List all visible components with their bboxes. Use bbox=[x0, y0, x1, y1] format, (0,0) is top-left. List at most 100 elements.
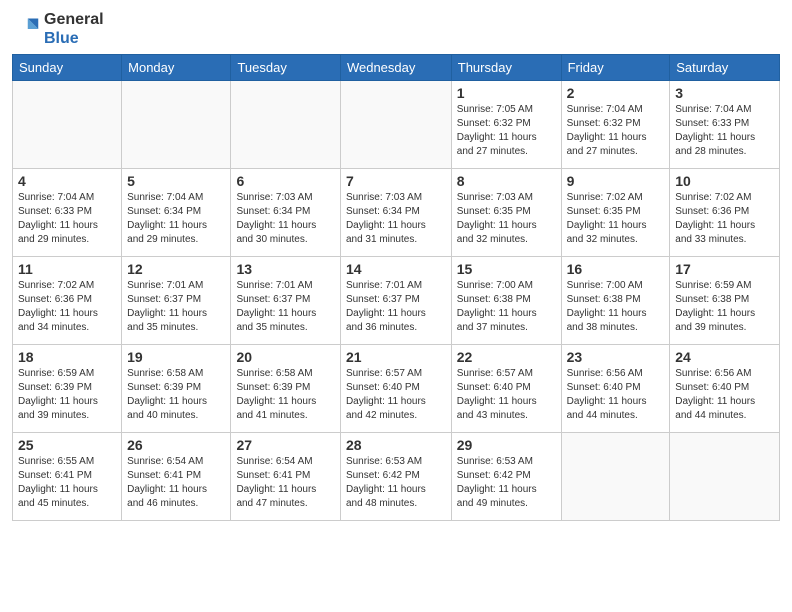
day-info: Sunrise: 7:00 AM Sunset: 6:38 PM Dayligh… bbox=[567, 279, 665, 335]
day-info: Sunrise: 7:04 AM Sunset: 6:32 PM Dayligh… bbox=[567, 103, 665, 159]
day-number: 9 bbox=[567, 173, 665, 189]
calendar-week-row: 25 Sunrise: 6:55 AM Sunset: 6:41 PM Dayli… bbox=[13, 433, 780, 521]
day-number: 5 bbox=[127, 173, 225, 189]
day-info: Sunrise: 7:05 AM Sunset: 6:32 PM Dayligh… bbox=[457, 103, 556, 159]
calendar-week-row: 4Sunrise: 7:04 AM Sunset: 6:33 PM Daylig… bbox=[13, 169, 780, 257]
calendar-cell: 10 Sunrise: 7:02 AM Sunset: 6:36 PM Dayli… bbox=[670, 169, 780, 257]
day-number: 20 bbox=[236, 349, 335, 365]
day-info: Sunrise: 6:55 AM Sunset: 6:41 PM Dayligh… bbox=[18, 455, 116, 511]
calendar-cell bbox=[122, 81, 231, 169]
day-info: Sunrise: 6:57 AM Sunset: 6:40 PM Dayligh… bbox=[457, 367, 556, 423]
calendar-header-row: SundayMondayTuesdayWednesdayThursdayFrid… bbox=[13, 55, 780, 81]
day-info: Sunrise: 7:01 AM Sunset: 6:37 PM Dayligh… bbox=[346, 279, 446, 335]
calendar-cell: 12 Sunrise: 7:01 AM Sunset: 6:37 PM Dayli… bbox=[122, 257, 231, 345]
day-number: 14 bbox=[346, 261, 446, 277]
calendar-cell: 6 Sunrise: 7:03 AM Sunset: 6:34 PM Daylig… bbox=[231, 169, 341, 257]
calendar-cell bbox=[561, 433, 670, 521]
calendar-cell: 28 Sunrise: 6:53 AM Sunset: 6:42 PM Dayli… bbox=[340, 433, 451, 521]
calendar-cell: 24 Sunrise: 6:56 AM Sunset: 6:40 PM Dayli… bbox=[670, 345, 780, 433]
day-info: Sunrise: 6:56 AM Sunset: 6:40 PM Dayligh… bbox=[675, 367, 774, 423]
day-number: 16 bbox=[567, 261, 665, 277]
day-number: 15 bbox=[457, 261, 556, 277]
calendar-cell: 14 Sunrise: 7:01 AM Sunset: 6:37 PM Dayli… bbox=[340, 257, 451, 345]
day-number: 13 bbox=[236, 261, 335, 277]
day-number: 23 bbox=[567, 349, 665, 365]
day-number: 2 bbox=[567, 85, 665, 101]
calendar-cell bbox=[13, 81, 122, 169]
day-number: 25 bbox=[18, 437, 116, 453]
header: General Blue bbox=[12, 10, 780, 48]
calendar-cell: 27 Sunrise: 6:54 AM Sunset: 6:41 PM Dayli… bbox=[231, 433, 341, 521]
day-number: 8 bbox=[457, 173, 556, 189]
day-number: 4 bbox=[18, 173, 116, 189]
calendar-header-sunday: Sunday bbox=[13, 55, 122, 81]
calendar-cell: 7 Sunrise: 7:03 AM Sunset: 6:34 PM Daylig… bbox=[340, 169, 451, 257]
calendar-cell: 19Sunrise: 6:58 AM Sunset: 6:39 PM Dayli… bbox=[122, 345, 231, 433]
day-number: 24 bbox=[675, 349, 774, 365]
calendar-header-tuesday: Tuesday bbox=[231, 55, 341, 81]
calendar-header-saturday: Saturday bbox=[670, 55, 780, 81]
calendar-cell bbox=[670, 433, 780, 521]
day-info: Sunrise: 7:04 AM Sunset: 6:33 PM Dayligh… bbox=[675, 103, 774, 159]
calendar-cell: 9 Sunrise: 7:02 AM Sunset: 6:35 PM Daylig… bbox=[561, 169, 670, 257]
calendar-cell: 4Sunrise: 7:04 AM Sunset: 6:33 PM Daylig… bbox=[13, 169, 122, 257]
day-info: Sunrise: 7:02 AM Sunset: 6:36 PM Dayligh… bbox=[675, 191, 774, 247]
day-number: 6 bbox=[236, 173, 335, 189]
day-info: Sunrise: 7:02 AM Sunset: 6:36 PM Dayligh… bbox=[18, 279, 116, 335]
day-number: 17 bbox=[675, 261, 774, 277]
calendar-cell: 13Sunrise: 7:01 AM Sunset: 6:37 PM Dayli… bbox=[231, 257, 341, 345]
calendar-header-monday: Monday bbox=[122, 55, 231, 81]
day-number: 26 bbox=[127, 437, 225, 453]
day-number: 27 bbox=[236, 437, 335, 453]
calendar-cell: 29Sunrise: 6:53 AM Sunset: 6:42 PM Dayli… bbox=[451, 433, 561, 521]
day-info: Sunrise: 6:53 AM Sunset: 6:42 PM Dayligh… bbox=[346, 455, 446, 511]
calendar-cell: 2 Sunrise: 7:04 AM Sunset: 6:32 PM Daylig… bbox=[561, 81, 670, 169]
day-number: 11 bbox=[18, 261, 116, 277]
day-info: Sunrise: 6:56 AM Sunset: 6:40 PM Dayligh… bbox=[567, 367, 665, 423]
logo-text: General Blue bbox=[44, 10, 104, 48]
logo-icon bbox=[12, 15, 40, 43]
day-info: Sunrise: 7:04 AM Sunset: 6:34 PM Dayligh… bbox=[127, 191, 225, 247]
day-info: Sunrise: 7:01 AM Sunset: 6:37 PM Dayligh… bbox=[127, 279, 225, 335]
day-number: 28 bbox=[346, 437, 446, 453]
calendar-week-row: 11 Sunrise: 7:02 AM Sunset: 6:36 PM Dayli… bbox=[13, 257, 780, 345]
day-number: 7 bbox=[346, 173, 446, 189]
day-info: Sunrise: 6:58 AM Sunset: 6:39 PM Dayligh… bbox=[127, 367, 225, 423]
day-number: 1 bbox=[457, 85, 556, 101]
calendar: SundayMondayTuesdayWednesdayThursdayFrid… bbox=[12, 54, 780, 521]
calendar-cell: 8 Sunrise: 7:03 AM Sunset: 6:35 PM Daylig… bbox=[451, 169, 561, 257]
day-number: 3 bbox=[675, 85, 774, 101]
calendar-cell: 25 Sunrise: 6:55 AM Sunset: 6:41 PM Dayli… bbox=[13, 433, 122, 521]
calendar-cell bbox=[231, 81, 341, 169]
calendar-cell: 11 Sunrise: 7:02 AM Sunset: 6:36 PM Dayli… bbox=[13, 257, 122, 345]
day-number: 12 bbox=[127, 261, 225, 277]
day-number: 10 bbox=[675, 173, 774, 189]
calendar-cell: 5 Sunrise: 7:04 AM Sunset: 6:34 PM Daylig… bbox=[122, 169, 231, 257]
calendar-cell: 23 Sunrise: 6:56 AM Sunset: 6:40 PM Dayli… bbox=[561, 345, 670, 433]
day-info: Sunrise: 7:00 AM Sunset: 6:38 PM Dayligh… bbox=[457, 279, 556, 335]
logo: General Blue bbox=[12, 10, 104, 48]
calendar-cell: 21 Sunrise: 6:57 AM Sunset: 6:40 PM Dayli… bbox=[340, 345, 451, 433]
day-info: Sunrise: 7:03 AM Sunset: 6:34 PM Dayligh… bbox=[346, 191, 446, 247]
calendar-cell: 1 Sunrise: 7:05 AM Sunset: 6:32 PM Daylig… bbox=[451, 81, 561, 169]
calendar-cell: 26 Sunrise: 6:54 AM Sunset: 6:41 PM Dayli… bbox=[122, 433, 231, 521]
calendar-cell: 20 Sunrise: 6:58 AM Sunset: 6:39 PM Dayli… bbox=[231, 345, 341, 433]
page: General Blue SundayMondayTuesdayWednesda… bbox=[0, 0, 792, 612]
day-info: Sunrise: 6:58 AM Sunset: 6:39 PM Dayligh… bbox=[236, 367, 335, 423]
calendar-header-friday: Friday bbox=[561, 55, 670, 81]
calendar-cell bbox=[340, 81, 451, 169]
calendar-header-wednesday: Wednesday bbox=[340, 55, 451, 81]
day-number: 29 bbox=[457, 437, 556, 453]
day-info: Sunrise: 7:02 AM Sunset: 6:35 PM Dayligh… bbox=[567, 191, 665, 247]
day-info: Sunrise: 6:54 AM Sunset: 6:41 PM Dayligh… bbox=[236, 455, 335, 511]
day-info: Sunrise: 6:59 AM Sunset: 6:39 PM Dayligh… bbox=[18, 367, 116, 423]
calendar-cell: 16 Sunrise: 7:00 AM Sunset: 6:38 PM Dayli… bbox=[561, 257, 670, 345]
day-number: 21 bbox=[346, 349, 446, 365]
day-info: Sunrise: 7:03 AM Sunset: 6:35 PM Dayligh… bbox=[457, 191, 556, 247]
calendar-week-row: 1 Sunrise: 7:05 AM Sunset: 6:32 PM Daylig… bbox=[13, 81, 780, 169]
day-info: Sunrise: 6:54 AM Sunset: 6:41 PM Dayligh… bbox=[127, 455, 225, 511]
day-info: Sunrise: 7:03 AM Sunset: 6:34 PM Dayligh… bbox=[236, 191, 335, 247]
calendar-cell: 22Sunrise: 6:57 AM Sunset: 6:40 PM Dayli… bbox=[451, 345, 561, 433]
calendar-cell: 3 Sunrise: 7:04 AM Sunset: 6:33 PM Daylig… bbox=[670, 81, 780, 169]
day-info: Sunrise: 6:57 AM Sunset: 6:40 PM Dayligh… bbox=[346, 367, 446, 423]
